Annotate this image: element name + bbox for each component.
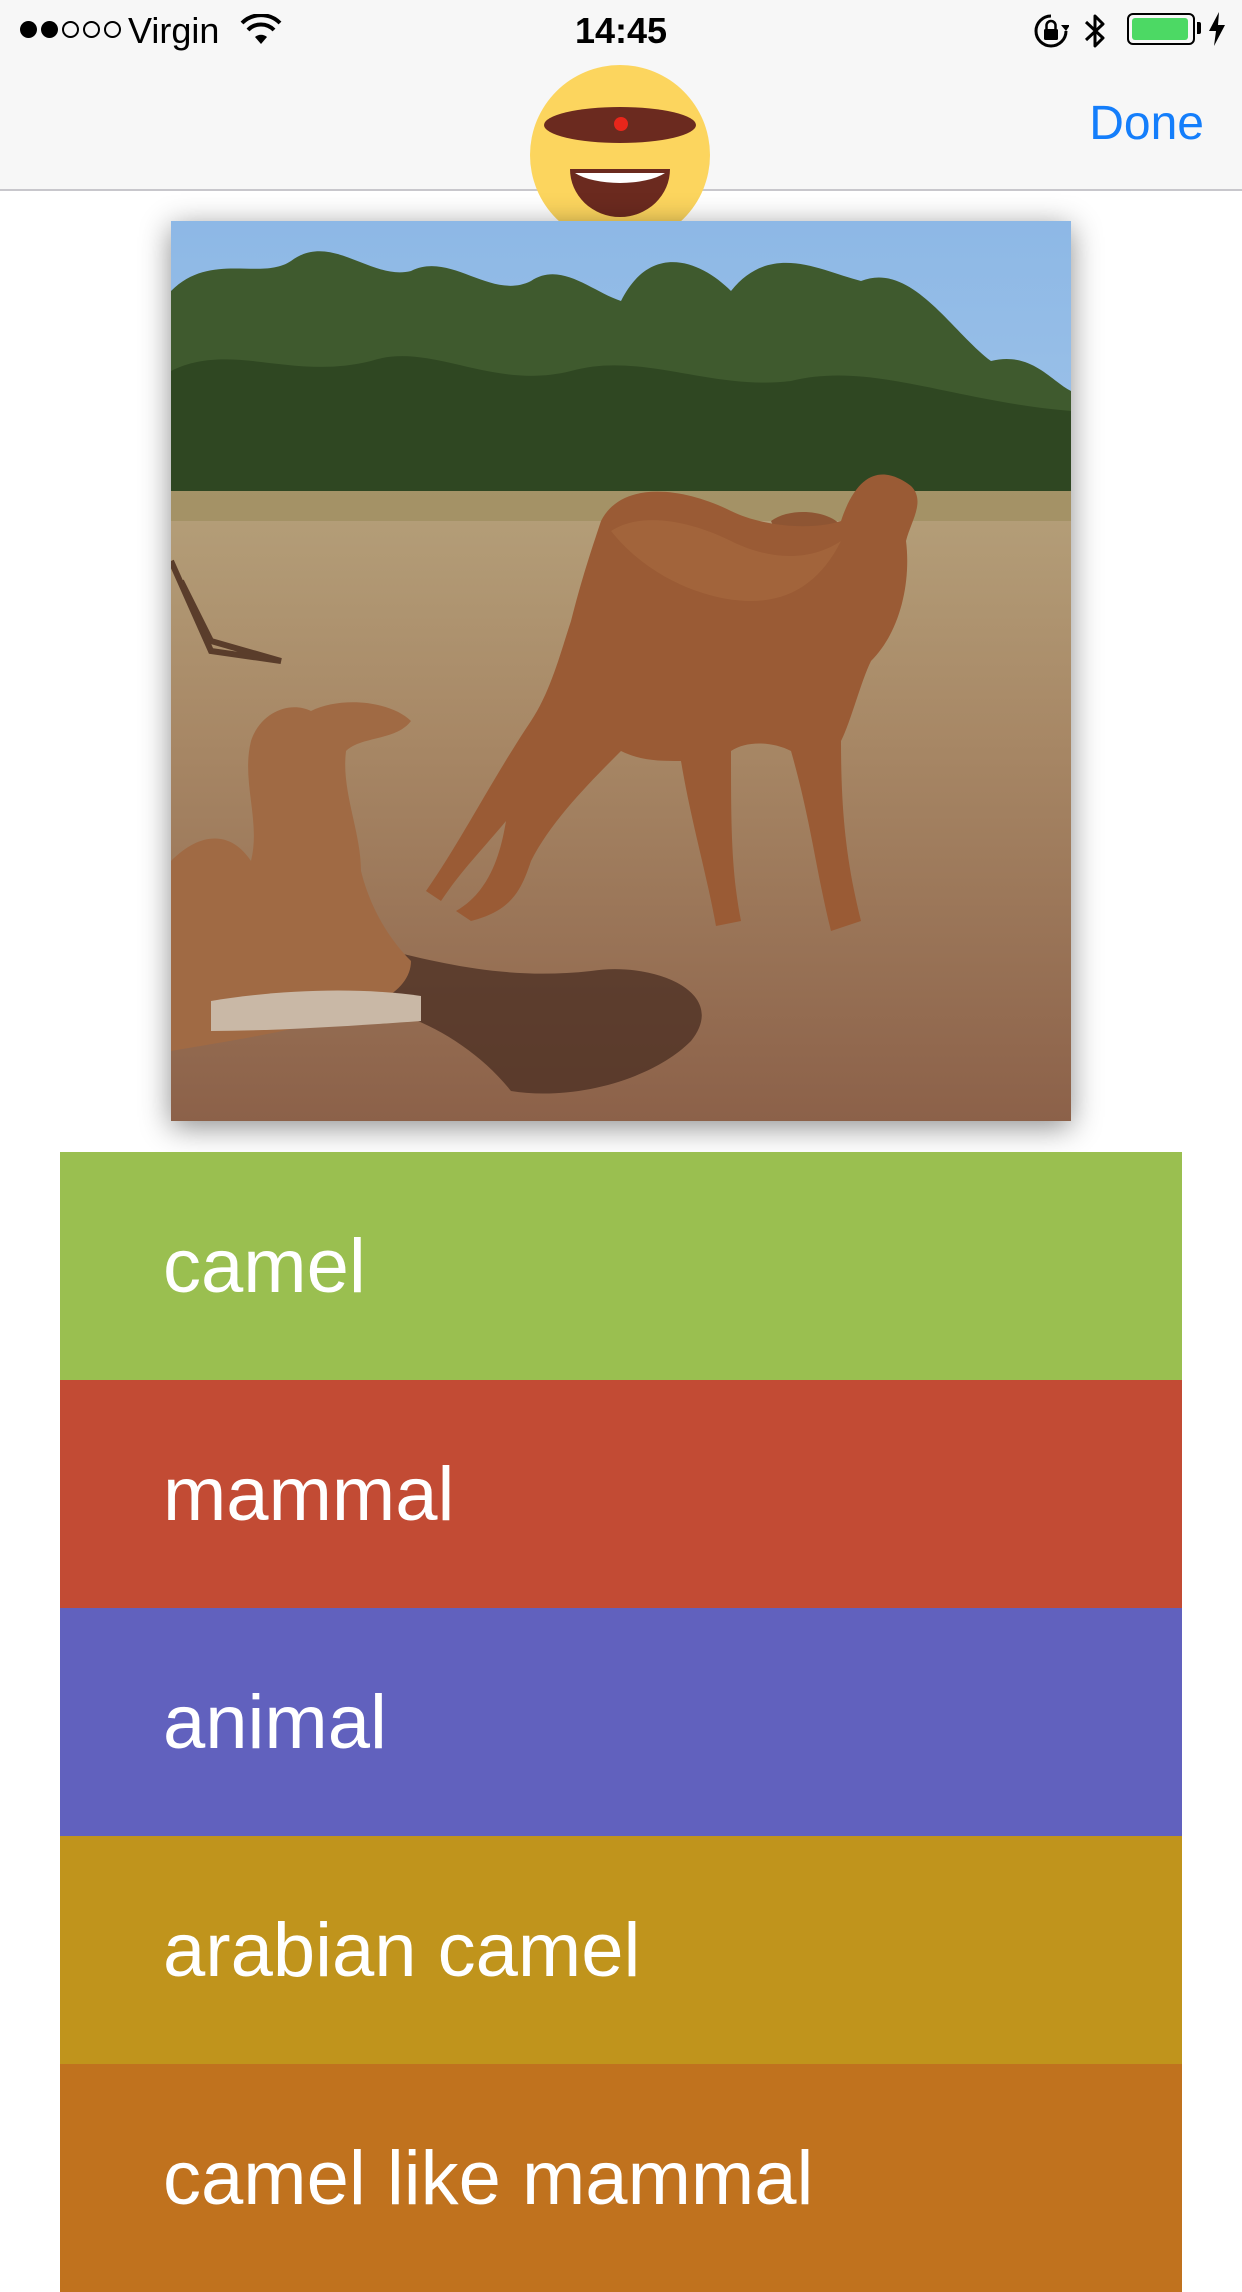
classification-labels-list: camel mammal animal arabian camel camel … xyxy=(60,1152,1182,2292)
laughing-face-logo-icon xyxy=(530,65,710,245)
label-row-camel-like-mammal[interactable]: camel like mammal xyxy=(60,2064,1182,2292)
status-bar: Virgin 14:45 xyxy=(0,0,1242,60)
done-button[interactable]: Done xyxy=(1089,96,1204,151)
battery-icon xyxy=(1127,13,1195,45)
camel-photo xyxy=(171,221,1071,1121)
label-row-arabian-camel[interactable]: arabian camel xyxy=(60,1836,1182,2064)
label-row-camel[interactable]: camel xyxy=(60,1152,1182,1380)
label-text: animal xyxy=(163,1679,387,1765)
camel-photo-image xyxy=(171,221,1071,1121)
rotation-lock-icon xyxy=(1034,14,1069,48)
label-text: camel xyxy=(163,1223,366,1309)
charging-icon xyxy=(1209,12,1225,46)
bluetooth-icon xyxy=(1084,14,1105,48)
label-row-animal[interactable]: animal xyxy=(60,1608,1182,1836)
label-text: arabian camel xyxy=(163,1907,641,1993)
label-row-mammal[interactable]: mammal xyxy=(60,1380,1182,1608)
label-text: camel like mammal xyxy=(163,2135,814,2221)
label-text: mammal xyxy=(163,1451,455,1537)
